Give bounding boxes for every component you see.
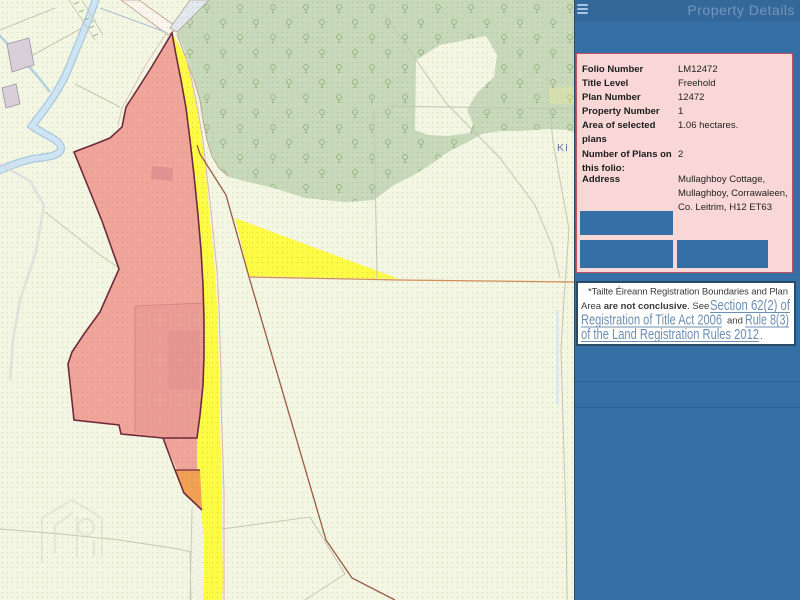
svg-text:*Tailte Éireann Registration B: *Tailte Éireann Registration Boundaries … bbox=[588, 287, 788, 298]
svg-text:of the Land Registration Rules: of the Land Registration Rules 2012 bbox=[581, 326, 759, 343]
svg-text:and: and bbox=[727, 316, 743, 327]
svg-text:KI: KI bbox=[557, 142, 569, 154]
svg-text:Area are not conclusive. See: Area are not conclusive. See bbox=[581, 301, 709, 312]
svg-text:.: . bbox=[760, 331, 763, 342]
